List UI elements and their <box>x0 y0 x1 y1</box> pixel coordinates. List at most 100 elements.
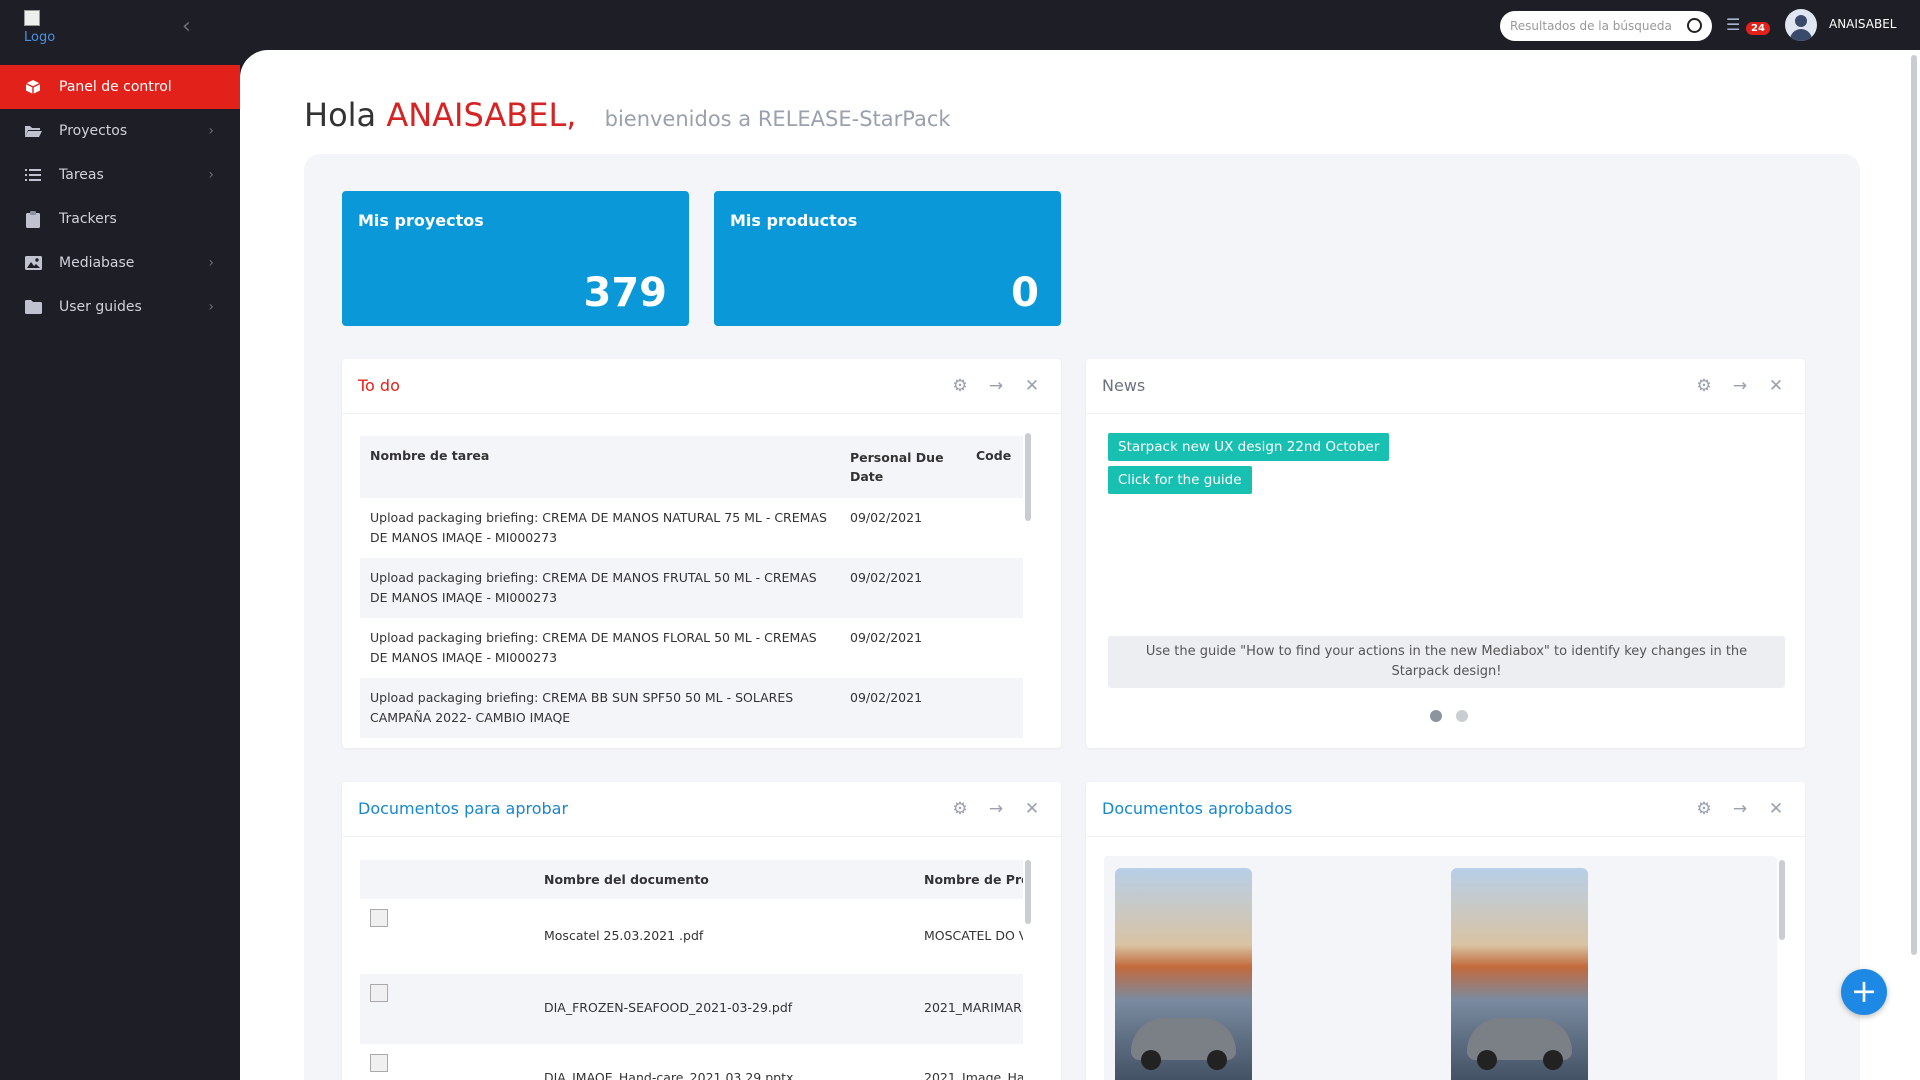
greeting-hello: Hola <box>304 96 377 134</box>
gear-icon[interactable]: ⚙ <box>1695 376 1713 396</box>
news-pill[interactable]: Starpack new UX design 22nd October <box>1108 433 1390 461</box>
dashboard-panel: Mis proyectos 379 Mis productos 0 To do … <box>304 154 1860 1080</box>
column-header[interactable]: Nombre del documento <box>534 860 914 899</box>
arrow-right-icon[interactable]: → <box>987 376 1005 396</box>
stat-value: 379 <box>583 270 668 316</box>
widget-title: News <box>1102 376 1146 395</box>
arrow-right-icon[interactable]: → <box>1731 799 1749 819</box>
stat-card-mis-proyectos[interactable]: Mis proyectos 379 <box>342 191 689 326</box>
sidebar-item-panel-de-control[interactable]: Panel de control <box>0 65 240 109</box>
doc-project: 2021_Imaqe_Ha <box>924 1070 1023 1080</box>
main-content: Hola ANAISABEL, bienvenidos a RELEASE-St… <box>240 50 1920 1080</box>
car-wheel <box>1543 1050 1563 1070</box>
column-header[interactable]: Nombre de tarea <box>360 436 840 498</box>
broken-image-icon <box>370 1054 388 1072</box>
username[interactable]: ANAISABEL <box>1829 17 1896 31</box>
sidebar: Panel de control Proyectos › Tareas › Tr… <box>0 50 240 1080</box>
todo-scrollbar[interactable] <box>1025 433 1031 521</box>
task-name[interactable]: Upload packaging briefing: CREMA DE MANO… <box>360 618 840 678</box>
top-bar: Logo ‹ ☰ 24 ANAISABEL <box>0 0 1920 50</box>
sidebar-item-label: Mediabase <box>59 255 135 271</box>
notification-badge: 24 <box>1746 22 1770 35</box>
column-header[interactable]: Personal Due Date <box>840 436 966 498</box>
doc-name[interactable]: DIA_IMAQE_Hand-care_2021.03.29.pptx <box>534 1044 914 1080</box>
gear-icon[interactable]: ⚙ <box>951 376 969 396</box>
stat-value: 0 <box>1011 270 1039 316</box>
docs-scrollbar[interactable] <box>1025 860 1031 924</box>
task-date: 09/02/2021 <box>840 678 966 738</box>
widget-title: To do <box>358 376 400 395</box>
sidebar-item-label: User guides <box>59 299 142 315</box>
table-row[interactable]: Upload packaging briefing: CREMA BB SUN … <box>360 678 1023 738</box>
sidebar-item-label: Trackers <box>59 211 117 227</box>
doc-thumbnail-cell <box>360 1044 534 1080</box>
search-icon[interactable] <box>1687 18 1702 33</box>
sidebar-item-tareas[interactable]: Tareas › <box>0 153 240 197</box>
news-pill-guide-link[interactable]: Click for the guide <box>1108 466 1252 494</box>
task-code <box>966 678 1023 738</box>
avatar-body-icon <box>1790 29 1812 41</box>
car-wheel <box>1477 1050 1497 1070</box>
broken-image-icon <box>24 10 40 26</box>
table-row[interactable]: DIA_IMAQE_Hand-care_2021.03.29.pptx 2021… <box>360 1044 1023 1080</box>
docs-table-wrap: Nombre del documento Nombre de Proy Mosc… <box>360 860 1023 1080</box>
sidebar-item-proyectos[interactable]: Proyectos › <box>0 109 240 153</box>
news-pills: Starpack new UX design 22nd October Clic… <box>1108 433 1390 499</box>
doc-name[interactable]: DIA_FROZEN-SEAFOOD_2021-03-29.pdf <box>534 974 914 1044</box>
car-wheel <box>1207 1050 1227 1070</box>
folder-icon <box>24 299 42 315</box>
sidebar-item-user-guides[interactable]: User guides › <box>0 285 240 329</box>
greeting-name: ANAISABEL <box>386 96 567 134</box>
stat-title: Mis proyectos <box>358 211 484 230</box>
sidebar-item-label: Proyectos <box>59 123 128 139</box>
close-icon[interactable]: ✕ <box>1023 799 1041 819</box>
logo[interactable]: Logo <box>24 10 64 46</box>
avatar[interactable] <box>1785 9 1817 41</box>
task-code <box>966 558 1023 618</box>
task-name[interactable]: Upload packaging briefing: CREMA DE MANO… <box>360 498 840 558</box>
close-icon[interactable]: ✕ <box>1767 376 1785 396</box>
notifications[interactable]: ☰ 24 <box>1724 14 1770 40</box>
table-row[interactable]: Upload packaging briefing: CREMA DE MANO… <box>360 618 1023 678</box>
table-row[interactable]: Moscatel 25.03.2021 .pdf MOSCATEL DO VA <box>360 899 1023 974</box>
task-name[interactable]: Upload packaging briefing: CREMA BB SUN … <box>360 678 840 738</box>
clipboard-icon <box>24 210 42 228</box>
approved-scrollbar[interactable] <box>1779 860 1785 940</box>
add-button[interactable]: + <box>1841 969 1887 1015</box>
approved-document-thumbnail[interactable] <box>1451 868 1588 1080</box>
gear-icon[interactable]: ⚙ <box>951 799 969 819</box>
stat-card-mis-productos[interactable]: Mis productos 0 <box>714 191 1061 326</box>
chevron-right-icon: › <box>208 255 214 271</box>
news-widget: News ⚙ → ✕ Starpack new UX design 22nd O… <box>1086 359 1805 748</box>
gear-icon[interactable]: ⚙ <box>1695 799 1713 819</box>
close-icon[interactable]: ✕ <box>1767 799 1785 819</box>
column-header[interactable]: Code <box>966 436 1023 498</box>
page-title: Hola ANAISABEL, bienvenidos a RELEASE-St… <box>304 96 951 134</box>
doc-thumbnail-cell <box>360 899 534 974</box>
task-date: 09/02/2021 <box>840 558 966 618</box>
arrow-right-icon[interactable]: → <box>987 799 1005 819</box>
close-icon[interactable]: ✕ <box>1023 376 1041 396</box>
widget-header: Documentos para aprobar ⚙ → ✕ <box>342 782 1061 837</box>
carousel-dot[interactable] <box>1456 710 1468 722</box>
stat-title: Mis productos <box>730 211 858 230</box>
sidebar-item-trackers[interactable]: Trackers <box>0 197 240 241</box>
column-header[interactable]: Nombre de Proy <box>914 860 1023 899</box>
arrow-right-icon[interactable]: → <box>1731 376 1749 396</box>
doc-name[interactable]: Moscatel 25.03.2021 .pdf <box>534 899 914 974</box>
sidebar-item-mediabase[interactable]: Mediabase › <box>0 241 240 285</box>
table-row[interactable]: Upload packaging briefing: CREMA DE MANO… <box>360 498 1023 558</box>
table-header-row: Nombre de tarea Personal Due Date Code <box>360 436 1023 498</box>
task-name[interactable]: Upload packaging briefing: CREMA DE MANO… <box>360 558 840 618</box>
approved-document-thumbnail[interactable] <box>1115 868 1252 1080</box>
task-date: 09/02/2021 <box>850 630 923 645</box>
table-row[interactable]: DIA_FROZEN-SEAFOOD_2021-03-29.pdf 2021_M… <box>360 974 1023 1044</box>
carousel-dot-active[interactable] <box>1430 710 1442 722</box>
table-header-row: Nombre del documento Nombre de Proy <box>360 860 1023 899</box>
page-scrollbar[interactable] <box>1911 55 1917 955</box>
table-row[interactable]: Upload packaging briefing: CREMA DE MANO… <box>360 558 1023 618</box>
search-input[interactable] <box>1510 11 1678 41</box>
todo-widget: To do ⚙ → ✕ Nombre de tarea Personal Due… <box>342 359 1061 748</box>
list-notifications-icon: ☰ <box>1726 15 1741 34</box>
collapse-sidebar-chevron-icon[interactable]: ‹ <box>182 14 191 39</box>
